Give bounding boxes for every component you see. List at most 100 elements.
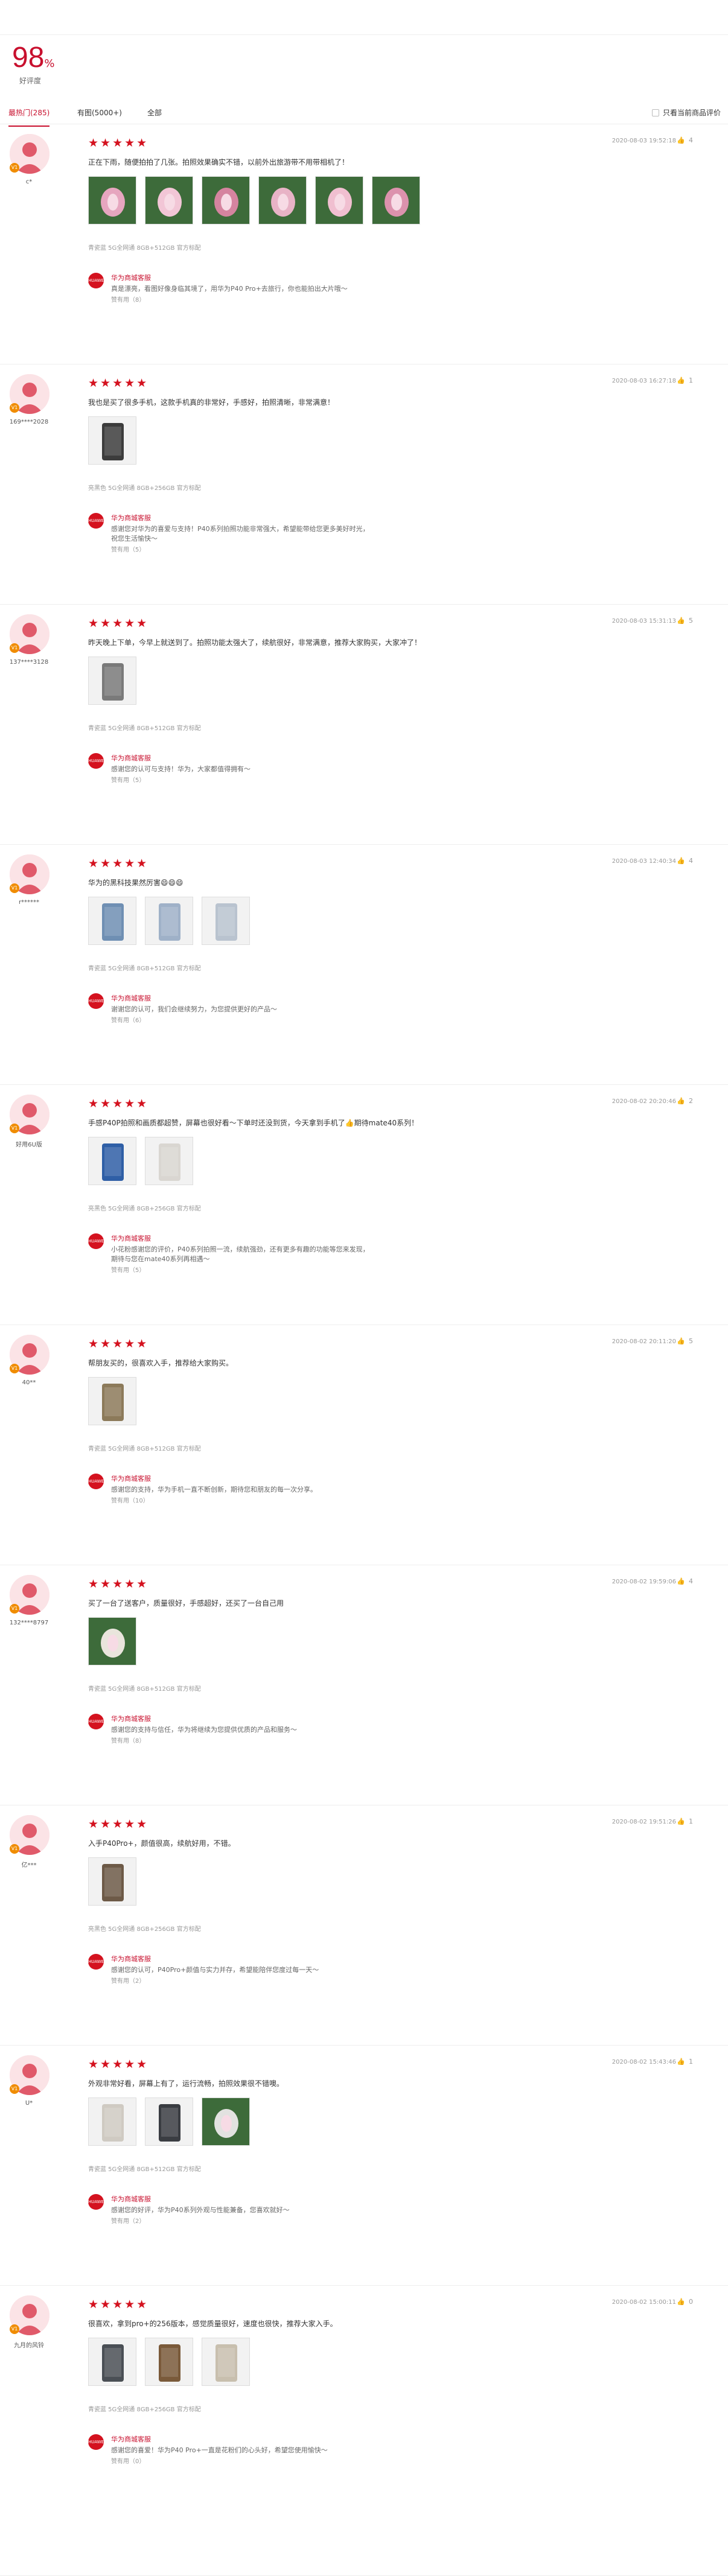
- review-photo[interactable]: [315, 176, 363, 224]
- thumb-up-icon: 👍: [677, 1097, 685, 1105]
- rating-stars: ★★★★★: [88, 136, 149, 150]
- reply-like-button[interactable]: 赞有用（5）: [111, 544, 145, 553]
- shop-name: 华为商城客服: [111, 754, 151, 762]
- review-photo[interactable]: [88, 897, 136, 945]
- review-photo[interactable]: [145, 897, 193, 945]
- like-count: 4: [689, 857, 693, 865]
- review-photo[interactable]: [202, 176, 250, 224]
- shop-name: 华为商城客服: [111, 994, 151, 1002]
- review-item: V1 40** ★★★★★ 2020-08-02 20:11:20 👍 5 帮朋友买的，很喜…: [0, 1325, 728, 1565]
- review-photo[interactable]: [88, 2097, 136, 2146]
- review-text: 入手P40Pro+，颜值很高，续航好用，不错。: [88, 1839, 235, 1848]
- reply-text: 感谢您对华为的喜爱与支持！P40系列拍照功能非常强大，希望能带给您更多美好时光，: [111, 525, 369, 533]
- thumb-up-icon: 👍: [677, 377, 685, 384]
- like-button[interactable]: 👍 4: [677, 857, 693, 865]
- reply-like-button[interactable]: 赞有用（0）: [111, 2456, 145, 2465]
- like-button[interactable]: 👍 1: [677, 1818, 693, 1825]
- rating-unit: %: [44, 57, 55, 70]
- review-photo[interactable]: [88, 657, 136, 705]
- rating-stars: ★★★★★: [88, 617, 149, 630]
- review-text: 很喜欢，拿到pro+的256版本，感觉质量很好，速度也很快，推荐大家入手。: [88, 2320, 337, 2328]
- review-photo[interactable]: [145, 176, 193, 224]
- review-photo[interactable]: [202, 897, 250, 945]
- review-photo[interactable]: [88, 1617, 136, 1665]
- shop-name: 华为商城客服: [111, 1475, 151, 1483]
- product-variant: 青瓷蓝 5G全网通 8GB+256GB 官方标配: [88, 2406, 201, 2413]
- review-text: 外观非常好看，屏幕上有了，运行流畅，拍照效果很不错噢。: [88, 2079, 284, 2088]
- user-level-badge: V1: [10, 1364, 19, 1373]
- like-count: 5: [689, 1337, 693, 1345]
- review-photo[interactable]: [88, 1857, 136, 1906]
- review-photo[interactable]: [202, 2097, 250, 2146]
- user-name: r******: [18, 899, 40, 906]
- tab-all[interactable]: 全部: [147, 107, 162, 118]
- rating-stars: ★★★★★: [88, 1818, 149, 1831]
- review-photo[interactable]: [145, 2338, 193, 2386]
- like-button[interactable]: 👍 0: [677, 2298, 693, 2306]
- user-level-badge: V1: [10, 1844, 19, 1854]
- user-name: 好用6U版: [16, 1142, 42, 1148]
- thumb-up-icon: 👍: [677, 1577, 685, 1585]
- review-text: 华为的黑科技果然厉害😄😄😄: [88, 879, 184, 887]
- reply-text: 真是漂亮，看图好像身临其境了，用华为P40 Pro+去旅行，你也能拍出大片哦～: [111, 285, 348, 293]
- rating-stars: ★★★★★: [88, 1577, 149, 1591]
- product-variant: 青瓷蓝 5G全网通 8GB+512GB 官方标配: [88, 1686, 201, 1693]
- reply-like-button[interactable]: 赞有用（8）: [111, 1735, 145, 1744]
- review-photo[interactable]: [145, 1137, 193, 1185]
- shop-name: 华为商城客服: [111, 2435, 151, 2443]
- reply-text: 谢谢您的认可，我们会继续努力，为您提供更好的产品～: [111, 1005, 277, 1013]
- like-button[interactable]: 👍 1: [677, 2058, 693, 2066]
- thumb-up-icon: 👍: [677, 2298, 685, 2306]
- review-date: 2020-08-03 12:40:34: [611, 858, 676, 865]
- review-photo[interactable]: [202, 2338, 250, 2386]
- shop-name: 华为商城客服: [111, 274, 151, 282]
- reply-like-button[interactable]: 赞有用（5）: [111, 775, 145, 784]
- review-photos: [88, 416, 136, 465]
- current-product-filter[interactable]: 只看当前商品评价: [651, 107, 721, 118]
- review-photos: [88, 657, 136, 705]
- reply-like-button[interactable]: 赞有用（8）: [111, 294, 145, 304]
- rating-stars: ★★★★★: [88, 2298, 149, 2311]
- review-photo[interactable]: [88, 416, 136, 465]
- review-date: 2020-08-02 19:59:06: [611, 1579, 676, 1585]
- like-button[interactable]: 👍 5: [677, 1337, 693, 1345]
- product-variant: 亮黑色 5G全网通 8GB+256GB 官方标配: [88, 1926, 201, 1933]
- reply-text-line2: 祝您生活愉快～: [111, 535, 158, 542]
- review-photos: [88, 176, 420, 224]
- reply-like-button[interactable]: 赞有用（6）: [111, 1015, 145, 1024]
- review-photos: [88, 1137, 193, 1185]
- like-button[interactable]: 👍 4: [677, 136, 693, 144]
- reply-text: 感谢您的认可，P40Pro+颜值与实力并存，希望能陪伴您度过每一天～: [111, 1966, 319, 1974]
- rating-stars: ★★★★★: [88, 1097, 149, 1110]
- like-button[interactable]: 👍 5: [677, 617, 693, 625]
- reply-like-button[interactable]: 赞有用（10）: [111, 1495, 149, 1504]
- product-variant: 亮黑色 5G全网通 8GB+256GB 官方标配: [88, 485, 201, 492]
- reply-text: 感谢您的支持，华为手机一直不断创新，期待您和朋友的每一次分享。: [111, 1486, 317, 1493]
- huawei-logo-icon: HUAWEI: [88, 753, 105, 769]
- reply-text: 感谢您的支持与信任，华为将继续为您提供优质的产品和服务～: [111, 1726, 297, 1734]
- filter-checkbox[interactable]: [651, 109, 659, 116]
- huawei-logo-icon: HUAWEI: [88, 1714, 105, 1729]
- review-photo[interactable]: [258, 176, 307, 224]
- review-item: V1 U* ★★★★★ 2020-08-02 15:43:46 👍 1 外观非常好看，屏幕上…: [0, 2046, 728, 2286]
- review-photo[interactable]: [145, 2097, 193, 2146]
- review-photo[interactable]: [88, 1137, 136, 1185]
- tab-with-photos[interactable]: 有图(5000+): [77, 107, 122, 118]
- like-count: 5: [689, 617, 693, 625]
- reply-like-button[interactable]: 赞有用（5）: [111, 1265, 145, 1274]
- reply-like-button[interactable]: 赞有用（2）: [111, 2216, 145, 2225]
- review-photo[interactable]: [88, 2338, 136, 2386]
- huawei-logo-icon: HUAWEI: [88, 2434, 105, 2450]
- like-button[interactable]: 👍 2: [677, 1097, 693, 1105]
- tab-hottest[interactable]: 最热门(285): [8, 107, 50, 127]
- review-photo[interactable]: [88, 176, 136, 224]
- review-photo[interactable]: [88, 1377, 136, 1425]
- user-level-badge: V1: [10, 163, 19, 173]
- like-button[interactable]: 👍 4: [677, 1577, 693, 1585]
- reply-like-button[interactable]: 赞有用（2）: [111, 1976, 145, 1985]
- like-button[interactable]: 👍 1: [677, 377, 693, 384]
- user-level-badge: V1: [10, 883, 19, 893]
- rating-summary: 98% 好评度: [12, 41, 55, 86]
- user-level-badge: V1: [10, 403, 19, 413]
- review-photo[interactable]: [372, 176, 420, 224]
